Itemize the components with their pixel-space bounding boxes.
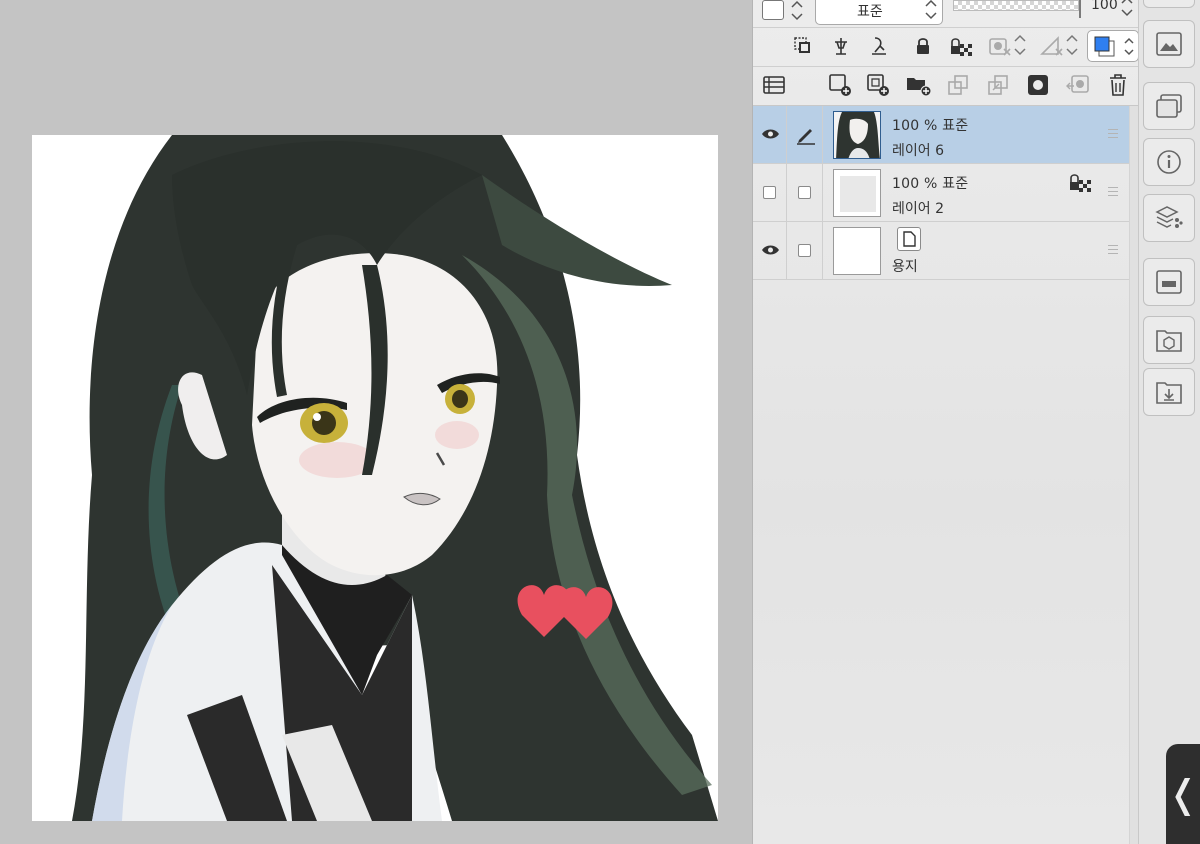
eye-icon xyxy=(762,245,779,255)
edit-target-toggle[interactable] xyxy=(787,106,823,164)
navigator-icon xyxy=(1156,32,1182,56)
layer-search-icon xyxy=(1156,270,1182,294)
lock-layer-icon[interactable] xyxy=(911,34,935,58)
navigator-button[interactable] xyxy=(1143,20,1195,68)
info-icon xyxy=(1157,150,1181,174)
opacity-value: 100 xyxy=(1091,0,1118,13)
download-material-button[interactable] xyxy=(1143,368,1195,416)
drag-handle-icon[interactable] xyxy=(1108,245,1118,255)
visibility-toggle[interactable] xyxy=(753,164,787,222)
new-vector-layer-icon[interactable] xyxy=(865,72,891,98)
layer-properties-button[interactable] xyxy=(1143,194,1195,242)
side-bar xyxy=(1138,0,1200,844)
eye-icon xyxy=(762,129,779,139)
layer-properties-icon xyxy=(1155,206,1183,228)
visibility-checkbox xyxy=(763,186,776,199)
illustration xyxy=(72,135,718,821)
layer-row-layer-2[interactable]: 100 % 표준 레이어 2 xyxy=(753,164,1129,222)
layer-row-layer-6[interactable]: 100 % 표준 레이어 6 xyxy=(753,106,1129,164)
info-button[interactable] xyxy=(1143,138,1195,186)
download-icon xyxy=(1156,382,1182,404)
paper-layer-icon xyxy=(897,227,921,251)
blend-mode-chevron-icon xyxy=(925,0,937,20)
create-layer-mask-icon[interactable] xyxy=(1025,72,1051,98)
ruler-stepper[interactable] xyxy=(1065,32,1079,62)
edit-target-toggle[interactable] xyxy=(787,222,823,280)
opacity-stepper[interactable] xyxy=(1120,0,1134,23)
layer-color-box[interactable] xyxy=(762,0,784,20)
layer-opacity-mode: 100 % 표준 xyxy=(892,118,969,134)
blend-mode-select[interactable]: 표준 xyxy=(815,0,943,25)
opacity-slider[interactable] xyxy=(953,0,1079,11)
layer-name: 레이어 2 xyxy=(892,201,944,217)
collapse-panel-button[interactable]: ❬ xyxy=(1166,744,1200,844)
layer-color-swatch-icon xyxy=(1094,36,1115,57)
blend-mode-value: 표준 xyxy=(857,4,883,20)
transfer-to-lower-layer-icon[interactable] xyxy=(985,72,1011,98)
sub-view-icon xyxy=(1156,94,1182,118)
layer-name: 용지 xyxy=(892,259,918,275)
layer-color-select[interactable] xyxy=(1087,30,1139,62)
layer-color-stepper[interactable] xyxy=(790,0,804,26)
opacity-slider-handle[interactable] xyxy=(1079,0,1081,18)
layer-list: 100 % 표준 레이어 6 100 % 표준 레이어 2 용지 xyxy=(753,106,1129,282)
clip-to-layer-below-icon[interactable] xyxy=(791,34,815,58)
layer-name: 레이어 6 xyxy=(892,143,944,159)
lock-transparency-icon xyxy=(1070,174,1091,192)
new-raster-layer-icon[interactable] xyxy=(827,72,853,98)
layer-thumbnail xyxy=(833,227,881,275)
new-folder-icon[interactable] xyxy=(905,72,933,98)
side-button-top[interactable] xyxy=(1143,0,1195,8)
pen-icon xyxy=(797,129,815,145)
visibility-toggle[interactable] xyxy=(753,106,787,164)
layer-opacity-mode: 100 % 표준 xyxy=(892,176,969,192)
layer-panel: 표준 100 100 % 표준 레이어 6 100 % 표준 레이어 2 용지 xyxy=(752,0,1139,844)
layer-search-button[interactable] xyxy=(1143,258,1195,306)
reference-layer-icon[interactable] xyxy=(829,34,853,58)
merge-down-icon[interactable] xyxy=(945,72,971,98)
drag-handle-icon[interactable] xyxy=(1108,187,1118,197)
visibility-toggle[interactable] xyxy=(753,222,787,280)
draft-layer-icon[interactable] xyxy=(867,34,891,58)
apply-mask-icon[interactable] xyxy=(1065,72,1091,98)
edit-target-toggle[interactable] xyxy=(787,164,823,222)
layer-menu-icon[interactable] xyxy=(761,72,787,98)
material-icon xyxy=(1156,330,1182,352)
artwork-canvas[interactable] xyxy=(32,135,718,821)
chevron-left-icon: ❬ xyxy=(1167,772,1199,816)
lock-transparency-icon[interactable] xyxy=(949,34,973,58)
layer-thumbnail xyxy=(833,111,881,159)
edit-target-checkbox xyxy=(798,186,811,199)
canvas-area[interactable] xyxy=(0,0,752,844)
delete-layer-icon[interactable] xyxy=(1105,72,1131,98)
drag-handle-icon[interactable] xyxy=(1108,129,1118,139)
material-button[interactable] xyxy=(1143,316,1195,364)
mask-stepper[interactable] xyxy=(1013,32,1027,62)
layer-row-paper[interactable]: 용지 xyxy=(753,222,1129,280)
enable-mask-icon[interactable] xyxy=(987,34,1013,58)
ruler-range-icon[interactable] xyxy=(1039,34,1065,58)
layer-thumbnail xyxy=(833,169,881,217)
sub-view-button[interactable] xyxy=(1143,82,1195,130)
edit-target-checkbox xyxy=(798,244,811,257)
